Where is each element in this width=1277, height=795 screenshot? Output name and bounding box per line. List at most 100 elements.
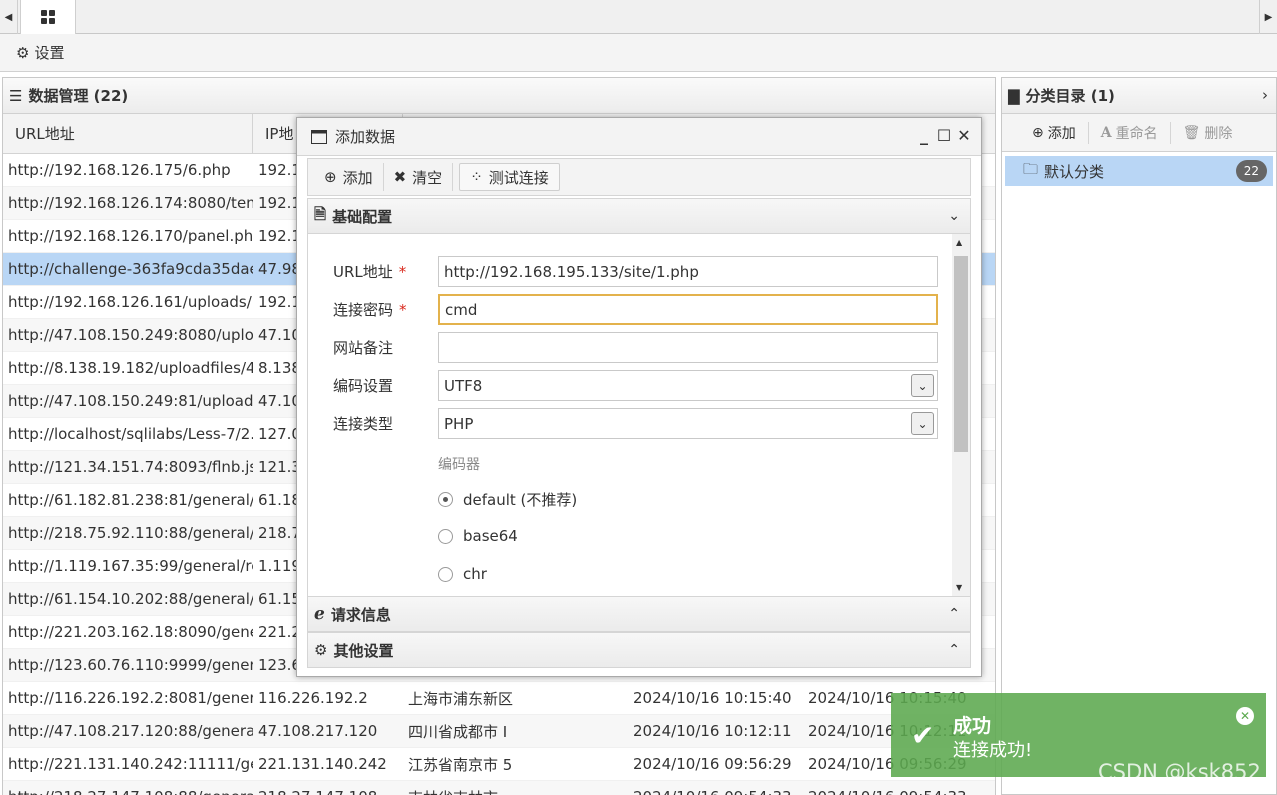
scroll-up-icon[interactable]: ▲ <box>956 238 962 247</box>
tab-strip: ◀ ▶ <box>0 0 1277 34</box>
minimize-icon[interactable]: _ <box>917 126 931 145</box>
watermark: CSDN @ksk852 <box>1098 760 1261 784</box>
cell-url: http://1.119.167.35:99/general/re <box>8 557 253 575</box>
encoder-radio-chr[interactable]: chr <box>438 565 487 583</box>
category-panel-title: 分类目录 (1) <box>1025 87 1115 105</box>
table-row[interactable]: http://218.27.147.108:88/general218.27.1… <box>3 781 995 795</box>
toast-close-icon[interactable]: ✕ <box>1236 707 1254 725</box>
section-basic-config[interactable]: 🗎 基础配置 ⌄ <box>307 198 971 234</box>
url-input[interactable]: http://192.168.195.133/site/1.php <box>438 256 938 287</box>
column-header-url[interactable]: URL地址 <box>3 114 253 153</box>
cell-url: http://8.138.19.182/uploadfiles/4a <box>8 359 253 377</box>
encoding-label: 编码设置 <box>333 377 394 395</box>
gear-icon: ⚙ <box>16 43 30 62</box>
plus-circle-icon: ⊕ <box>1032 124 1044 141</box>
type-value: PHP <box>444 414 474 433</box>
category-item-default[interactable]: 🗀 默认分类 22 <box>1005 156 1273 186</box>
tab-home[interactable] <box>20 0 76 34</box>
add-data-dialog: 添加数据 _ ☐ ✕ ⊕ 添加 ✖ 清空 ⁘ 测试连接 🗎 基础配置 ⌄ URL… <box>296 117 982 677</box>
encoding-value: UTF8 <box>444 376 483 395</box>
maximize-icon[interactable]: ☐ <box>937 126 951 145</box>
cell-location: 吉林省吉林市 <box>403 787 628 795</box>
url-label: URL地址 * <box>333 263 407 281</box>
add-label: 添加 <box>342 168 373 187</box>
rename-category-button[interactable]: A 重命名 <box>1089 121 1171 144</box>
chevron-right-icon[interactable]: › <box>1262 86 1268 104</box>
cell-location: 江苏省南京市 5 <box>408 755 513 774</box>
clear-button[interactable]: ✖ 清空 <box>384 163 454 191</box>
section-request-title: 请求信息 <box>330 605 391 624</box>
cell-ip: 47.108.217.120 <box>258 722 378 740</box>
password-input[interactable]: cmd <box>438 294 938 325</box>
cell-created: 2024/10/16 10:15:40 <box>633 689 792 707</box>
toast-message: 连接成功! <box>953 740 1033 761</box>
cell-url: http://221.131.140.242:11111/ge <box>8 755 253 773</box>
radio-checked-icon <box>438 492 453 507</box>
cell-updated: 2024/10/16 09:54:33 <box>803 788 988 795</box>
cell-ip: 116.226.192.2 <box>258 689 368 707</box>
note-label: 网站备注 <box>333 339 394 357</box>
dialog-title: 添加数据 <box>335 128 396 146</box>
dialog-titlebar[interactable]: 添加数据 _ ☐ ✕ <box>297 118 981 156</box>
chevron-down-icon[interactable]: ⌄ <box>911 412 934 435</box>
add-button[interactable]: ⊕ 添加 <box>314 163 384 191</box>
cell-ip: 218.27.147.108 <box>253 788 403 795</box>
window-icon <box>311 129 327 144</box>
cell-url: http://61.182.81.238:81/general/r <box>8 491 253 509</box>
scroll-down-icon[interactable]: ▼ <box>956 583 962 592</box>
settings-button[interactable]: ⚙ 设置 <box>16 42 64 63</box>
cell-ip: 221.131.140.242 <box>258 755 387 773</box>
cell-url: http://123.60.76.110:9999/genera <box>8 656 253 674</box>
encoding-select[interactable]: UTF8 ⌄ <box>438 370 938 401</box>
window-controls: _ ☐ ✕ <box>917 126 971 145</box>
table-row[interactable]: http://221.131.140.242:11111/ge 221.131.1… <box>3 748 995 781</box>
cell-url: http://192.168.126.174:8080/tem <box>8 194 253 212</box>
test-connection-button[interactable]: ⁘ 测试连接 <box>459 163 560 191</box>
add-category-label: 添加 <box>1047 125 1076 142</box>
type-row: 连接类型 PHP ⌄ <box>333 408 938 439</box>
chevron-up-icon: ⌃ <box>948 606 960 622</box>
form-scrollbar[interactable]: ▲ ▼ <box>952 234 970 596</box>
tab-scroll-right-icon[interactable]: ▶ <box>1259 0 1277 34</box>
cell-url: http://challenge-363fa9cda35daef <box>8 260 253 278</box>
category-item-label: 默认分类 <box>1044 162 1105 181</box>
test-connection-label: 测试连接 <box>488 168 549 187</box>
encoding-row: 编码设置 UTF8 ⌄ <box>333 370 938 401</box>
cell-location: 四川省成都市 I <box>408 722 508 741</box>
encoder-radio-default[interactable]: default (不推荐) <box>438 489 577 510</box>
cell-created: 2024/10/16 09:54:33 <box>628 788 803 795</box>
section-request-info[interactable]: ℯ 请求信息 ⌃ <box>307 596 971 632</box>
cell-url: http://121.34.151.74:8093/flnb.jsp <box>8 458 253 476</box>
data-panel-header: ☰ 数据管理 (22) <box>3 78 995 114</box>
section-other-settings[interactable]: ⚙ 其他设置 ⌃ <box>307 632 971 668</box>
scrollbar-thumb[interactable] <box>954 256 968 452</box>
type-label: 连接类型 <box>333 415 394 433</box>
times-icon: ✖ <box>393 168 407 186</box>
close-icon[interactable]: ✕ <box>957 126 971 145</box>
edge-icon: ℯ <box>314 604 325 624</box>
encoder-radio-base64[interactable]: base64 <box>438 527 518 545</box>
note-input[interactable] <box>438 332 938 363</box>
grid-icon <box>41 10 55 24</box>
radio-unchecked-icon <box>438 566 453 582</box>
category-panel-header: ▇ 分类目录 (1) › <box>1002 78 1276 114</box>
category-panel: ▇ 分类目录 (1) › ⊕ 添加 A 重命名 🗑 删除 🗀 默认分类 22 <box>1001 77 1277 795</box>
folder-open-icon: 🗀 <box>1023 159 1039 178</box>
cell-url: http://localhost/sqlilabs/Less-7/2.p <box>8 425 253 443</box>
table-row[interactable]: http://47.108.217.120:88/general, 47.108.… <box>3 715 995 748</box>
tab-scroll-left-icon[interactable]: ◀ <box>0 0 18 34</box>
section-basic-title: 基础配置 <box>332 207 393 226</box>
cell-url: http://218.27.147.108:88/general <box>3 788 253 795</box>
encoder-default-label: default (不推荐) <box>463 491 578 509</box>
chevron-down-icon[interactable]: ⌄ <box>911 374 934 397</box>
password-row: 连接密码 * cmd <box>333 294 938 325</box>
basic-config-body: URL地址 * http://192.168.195.133/site/1.php… <box>307 234 971 596</box>
cell-location: 上海市浦东新区 <box>408 689 514 708</box>
table-row[interactable]: http://116.226.192.2:8081/genera 116.226.… <box>3 682 995 715</box>
cell-url: http://47.108.217.120:88/general, <box>8 722 253 740</box>
type-select[interactable]: PHP ⌄ <box>438 408 938 439</box>
add-category-button[interactable]: ⊕ 添加 <box>1020 121 1089 144</box>
cogs-icon: ⚙ <box>314 641 328 659</box>
main-toolbar: ⚙ 设置 <box>0 34 1277 72</box>
delete-category-button[interactable]: 🗑 删除 <box>1171 122 1245 144</box>
